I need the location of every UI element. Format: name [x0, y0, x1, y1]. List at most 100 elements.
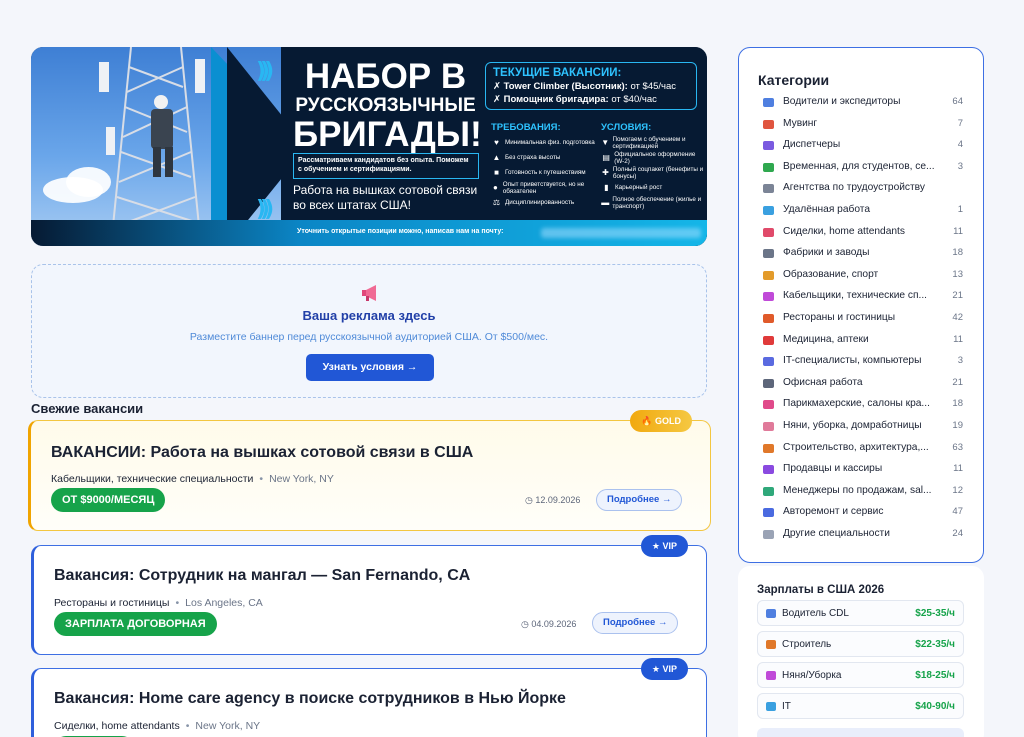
category-item[interactable]: Продавцы и кассиры 11 — [763, 458, 963, 480]
category-label: Строительство, архитектура,... — [783, 441, 929, 453]
category-item[interactable]: Другие специальности 24 — [763, 523, 963, 545]
category-label: Офисная работа — [783, 376, 863, 388]
category-item[interactable]: Кабельщики, технические сп... 21 — [763, 285, 963, 307]
category-item[interactable]: Авторемонт и сервис 47 — [763, 501, 963, 523]
category-label: Образование, спорт — [783, 268, 879, 280]
category-item[interactable]: Удалённая работа 1 — [763, 199, 963, 221]
salary-label: Строитель — [782, 639, 832, 650]
salary-badge: ОТ $9000/МЕСЯЦ — [51, 488, 166, 512]
category-item[interactable]: Медицина, аптеки 11 — [763, 329, 963, 351]
vip-badge: ★ VIP — [640, 658, 688, 680]
category-count: 11 — [953, 463, 963, 475]
graduation-cap-icon: ▼ — [601, 138, 610, 148]
category-icon — [763, 443, 774, 453]
category-label: Агентства по трудоустройству — [783, 182, 925, 194]
job-title[interactable]: Вакансия: Home care agency в поиске сотр… — [54, 690, 566, 708]
category-label: IT-специалисты, компьютеры — [783, 355, 922, 367]
salary-icon — [766, 609, 776, 618]
condition-item: ▮ Карьерный рост — [601, 181, 706, 196]
salaries-more-button[interactable] — [757, 728, 964, 737]
category-icon — [763, 400, 774, 410]
category-item[interactable]: Рестораны и гостиницы 42 — [763, 307, 963, 329]
category-icon — [763, 141, 774, 151]
job-date: ◷ 12.09.2026 — [525, 495, 581, 505]
condition-item: ✚ Полный соцпакет (бенефиты и бонусы) — [602, 165, 704, 180]
job-card[interactable]: ★ VIP Вакансия: Home care agency в поиск… — [31, 658, 707, 737]
blurred-email — [541, 228, 701, 238]
category-item[interactable]: Менеджеры по продажам, sal... 12 — [763, 480, 963, 502]
salary-row[interactable]: Няня/Уборка $18-25/ч — [757, 662, 964, 688]
banner-vacancies-box: ТЕКУЩИЕ ВАКАНСИИ: ✗ Tower Climber (Высот… — [485, 62, 697, 110]
growth-icon: ▮ — [604, 183, 609, 193]
salary-row[interactable]: Строитель $22-35/ч — [757, 631, 964, 657]
category-item[interactable]: Офисная работа 21 — [763, 372, 963, 394]
categories-panel: Категории Водители и экспедиторы 64 Мувинг… — [738, 47, 984, 563]
promo-banner[interactable]: ))) ))) НАБОР В РУССКОЯЗЫЧНЫЕ БРИГАДЫ! Р… — [31, 47, 707, 246]
category-item[interactable]: IT-специалисты, компьютеры 3 — [763, 350, 963, 372]
salaries-panel: Зарплаты в США 2026 Водитель CDL $25-35/ч… — [738, 566, 984, 737]
category-count: 47 — [952, 506, 963, 518]
category-count: 42 — [952, 311, 963, 323]
fitness-icon: ♥ — [494, 138, 499, 148]
signal-icon: ))) — [256, 59, 274, 84]
category-label: Диспетчеры — [783, 139, 841, 151]
salary-icon — [766, 702, 776, 711]
salary-value: $22-35/ч — [915, 639, 955, 650]
ad-subtitle: Разместите баннер перед русскоязычной ау… — [189, 331, 549, 343]
job-location: New York, NY — [195, 720, 261, 732]
category-item[interactable]: Водители и экспедиторы 64 — [763, 91, 963, 113]
job-location: Los Angeles, CA — [185, 597, 263, 609]
job-title[interactable]: ВАКАНСИИ: Работа на вышках сотовой связи… — [51, 444, 473, 462]
banner-title: НАБОР В РУССКОЯЗЫЧНЫЕ БРИГАДЫ! — [293, 57, 482, 154]
salary-row[interactable]: IT $40-90/ч — [757, 693, 964, 719]
category-item[interactable]: Образование, спорт 13 — [763, 264, 963, 286]
requirement-item: ■ Готовность к путешествиям — [491, 166, 596, 181]
category-icon — [763, 486, 774, 496]
megaphone-icon — [362, 285, 376, 301]
category-item[interactable]: Няни, уборка, домработницы 19 — [763, 415, 963, 437]
category-item[interactable]: Строительство, архитектура,... 63 — [763, 437, 963, 459]
job-meta: Рестораны и гостиницы • Los Angeles, CA — [54, 597, 263, 609]
job-category: Кабельщики, технические специальности — [51, 473, 254, 485]
category-count: 1 — [957, 203, 963, 215]
job-card[interactable]: ★ VIP Вакансия: Сотрудник на мангал — Sa… — [31, 535, 707, 655]
category-count: 21 — [952, 290, 963, 302]
banner-subtitle: Работа на вышках сотовой связи во всех ш… — [293, 183, 478, 212]
category-icon — [763, 313, 774, 323]
category-item[interactable]: Фабрики и заводы 18 — [763, 242, 963, 264]
category-label: Продавцы и кассиры — [783, 463, 883, 475]
condition-item: ▤ Официальное оформление (W-2) — [602, 150, 696, 165]
job-card[interactable]: 🔥 GOLD ВАКАНСИИ: Работа на вышках сотово… — [28, 410, 711, 531]
category-item[interactable]: Парикмахерские, салоны кра... 18 — [763, 393, 963, 415]
ad-terms-button[interactable]: Узнать условия → — [306, 354, 434, 381]
salary-row[interactable]: Водитель CDL $25-35/ч — [757, 600, 964, 626]
category-count: 13 — [952, 268, 963, 280]
requirement-item: ⚖ Дисциплинированность — [492, 198, 575, 208]
category-count: 63 — [952, 441, 963, 453]
categories-title: Категории — [758, 72, 830, 88]
vip-badge: ★ VIP — [640, 535, 688, 557]
salary-label: Няня/Уборка — [782, 670, 842, 681]
category-label: Временная, для студентов, се... — [783, 160, 935, 172]
category-item[interactable]: Мувинг 7 — [763, 113, 963, 135]
category-item[interactable]: Агентства по трудоустройству — [763, 177, 963, 199]
job-title[interactable]: Вакансия: Сотрудник на мангал — San Fern… — [54, 567, 470, 585]
requirement-item: ▲ Без страха высоты — [492, 153, 561, 163]
details-button[interactable]: Подробнее → — [592, 612, 679, 634]
details-button[interactable]: Подробнее → — [596, 489, 683, 511]
category-count: 11 — [953, 225, 963, 237]
job-category: Сиделки, home attendants — [54, 720, 180, 732]
category-icon — [763, 465, 774, 475]
category-item[interactable]: Диспетчеры 4 — [763, 134, 963, 156]
salary-value: $18-25/ч — [915, 670, 955, 681]
requirement-item: ♥ Минимальная физ. подготовка — [491, 136, 596, 151]
wrench-icon: ✗ — [493, 94, 504, 105]
category-icon — [763, 249, 774, 259]
category-item[interactable]: Временная, для студентов, се... 3 — [763, 156, 963, 178]
person-icon: ● — [492, 183, 498, 193]
requirements-column: ТРЕБОВАНИЯ: ♥ Минимальная физ. подготовка… — [491, 122, 596, 211]
salary-value: $40-90/ч — [915, 701, 955, 712]
category-label: Сиделки, home attendants — [783, 225, 905, 237]
category-item[interactable]: Сиделки, home attendants 11 — [763, 221, 963, 243]
category-label: Няни, уборка, домработницы — [783, 419, 922, 431]
